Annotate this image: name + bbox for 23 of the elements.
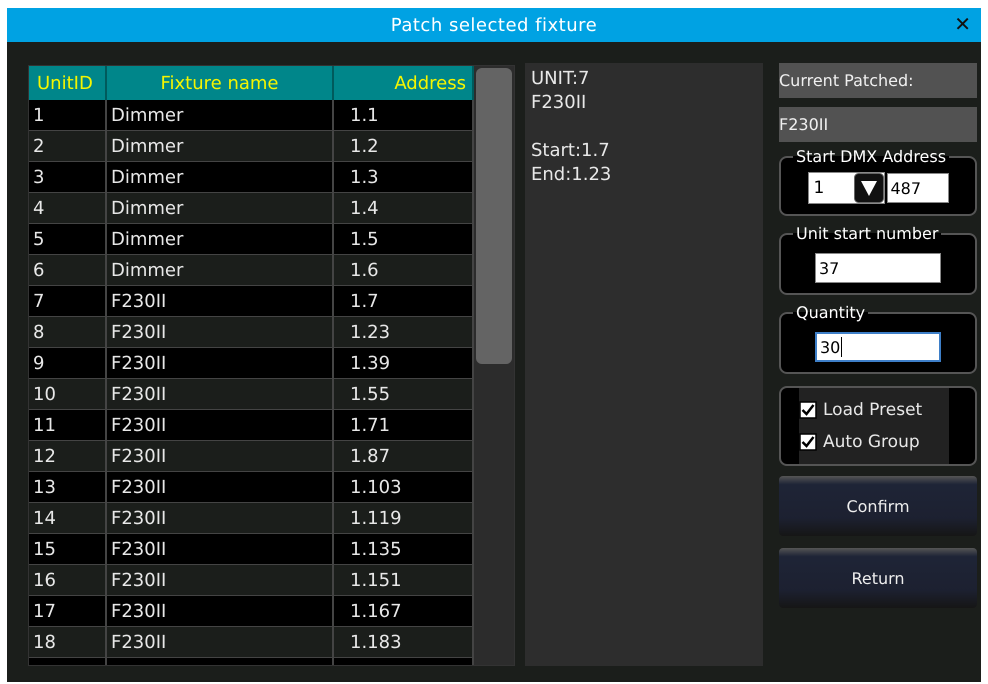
- address-field[interactable]: 487: [886, 173, 948, 203]
- info-text: F230II: [531, 91, 588, 115]
- group-label: Quantity: [795, 303, 866, 322]
- current-patched-value: F230II: [779, 107, 977, 142]
- close-button[interactable]: ✕: [950, 12, 975, 36]
- unit-start-field[interactable]: 37: [815, 253, 941, 283]
- action-button[interactable]: Return: [779, 548, 977, 608]
- checkbox[interactable]: [799, 401, 817, 419]
- scrollbar[interactable]: [474, 66, 514, 665]
- action-button[interactable]: Confirm: [779, 476, 977, 536]
- checkbox-option[interactable]: Load Preset: [799, 400, 949, 420]
- quantity-field[interactable]: 30: [815, 332, 941, 362]
- info-text: Start:1.7: [531, 139, 611, 163]
- checkbox[interactable]: [799, 433, 817, 451]
- checkbox-option[interactable]: Auto Group: [799, 432, 949, 452]
- group-label: Start DMX Address: [795, 147, 948, 166]
- current-patched-label: Current Patched:: [779, 63, 977, 98]
- scrollbar-thumb[interactable]: [476, 68, 512, 364]
- info-text: End:1.23: [531, 163, 612, 187]
- window-title: Patch selected fixture: [390, 14, 598, 36]
- universe-dropdown[interactable]: 1: [808, 172, 884, 204]
- info-text: UNIT:7: [531, 67, 590, 91]
- group-label: Unit start number: [795, 224, 940, 243]
